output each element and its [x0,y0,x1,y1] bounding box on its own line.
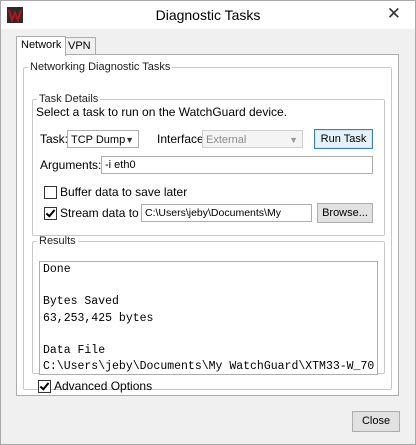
advanced-options-checkbox[interactable] [38,380,51,393]
results-output[interactable]: Done Bytes Saved 63,253,425 bytes Data F… [39,261,378,375]
advanced-options-label: Advanced Options [54,379,153,393]
results-line: Data File [43,343,106,357]
close-button[interactable]: Close [352,411,400,432]
interface-select-value: External [206,134,247,146]
results-line: 63,253,425 bytes [43,311,154,325]
results-legend: Results [39,235,76,247]
stream-data-checkbox[interactable] [44,207,57,220]
tab-vpn[interactable]: VPN [63,37,96,55]
arguments-input[interactable]: -i eth0 [101,156,373,174]
tab-network[interactable]: Network [16,36,67,56]
chevron-down-icon: ▼ [289,135,298,145]
dialog-window: Diagnostic Tasks ✕ Network VPN Networkin… [0,0,416,445]
task-select[interactable]: TCP Dump ▼ [67,130,139,148]
networking-diagnostic-tasks-group: Networking Diagnostic Tasks Task Details… [23,61,392,393]
results-line [40,327,377,343]
buffer-data-checkbox[interactable] [44,186,57,199]
results-line: Done [43,263,71,276]
interface-label: Interface: [157,132,208,146]
task-details-legend: Task Details [39,93,99,105]
results-line [40,278,377,294]
results-line: C:\Users\jeby\Documents\My WatchGuard\XT… [43,360,378,374]
title-bar[interactable]: Diagnostic Tasks ✕ [1,1,415,29]
group-legend: Networking Diagnostic Tasks [30,61,171,73]
arguments-label: Arguments: [40,158,102,172]
task-details-group: Task Details Select a task to run on the… [32,93,385,236]
stream-file-path-input[interactable]: C:\Users\jeby\Documents\My WatchGuard [141,204,312,222]
run-task-button[interactable]: Run Task [314,129,373,149]
results-group: Results Done Bytes Saved 63,253,425 byte… [32,235,385,375]
task-label: Task: [40,132,69,146]
window-title: Diagnostic Tasks [155,7,261,23]
buffer-data-label: Buffer data to save later [60,185,188,199]
network-tab-panel: Networking Diagnostic Tasks Task Details… [16,54,399,396]
close-window-icon[interactable]: ✕ [387,5,401,23]
task-description: Select a task to run on the WatchGuard d… [36,105,288,119]
chevron-down-icon: ▼ [125,135,134,145]
browse-button[interactable]: Browse... [317,203,373,223]
results-line: Bytes Saved [43,295,119,309]
interface-select[interactable]: External ▼ [202,130,303,148]
task-select-value: TCP Dump [71,134,126,146]
